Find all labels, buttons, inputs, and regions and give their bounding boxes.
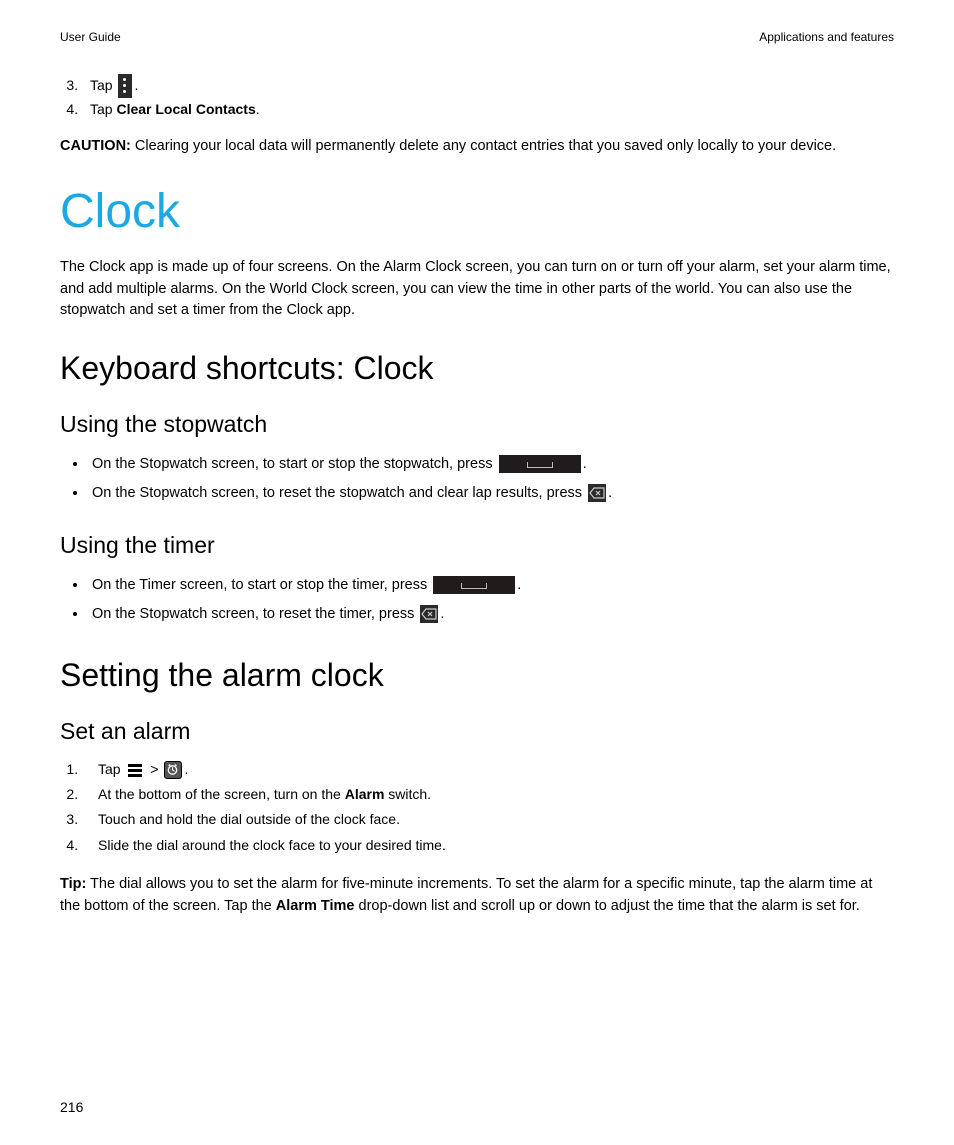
step-4: Tap Clear Local Contacts. xyxy=(82,98,894,122)
alarm-step-2: At the bottom of the screen, turn on the… xyxy=(82,782,894,807)
heading-setting-alarm-clock: Setting the alarm clock xyxy=(60,657,894,694)
timer-bullet-2: On the Stopwatch screen, to reset the ti… xyxy=(88,600,894,629)
tip-label: Tip: xyxy=(60,876,86,892)
alarm-s2-suffix: switch. xyxy=(384,786,431,802)
heading-using-stopwatch: Using the stopwatch xyxy=(60,411,894,438)
alarm-s2-bold: Alarm xyxy=(345,786,385,802)
timer-b1-prefix: On the Timer screen, to start or stop th… xyxy=(92,577,431,593)
menu-icon xyxy=(126,761,144,779)
header-left: User Guide xyxy=(60,30,121,44)
tip-part2: drop-down list and scroll up or down to … xyxy=(354,898,859,914)
step-4-prefix: Tap xyxy=(90,101,116,117)
page-header: User Guide Applications and features xyxy=(60,30,894,44)
step-3-period: . xyxy=(134,77,138,93)
heading-using-timer: Using the timer xyxy=(60,532,894,559)
timer-b1-suffix: . xyxy=(517,577,521,593)
timer-b2-suffix: . xyxy=(440,606,444,622)
alarm-s2-prefix: At the bottom of the screen, turn on the xyxy=(98,786,345,802)
more-options-icon xyxy=(118,74,132,98)
heading-set-an-alarm: Set an alarm xyxy=(60,718,894,745)
clock-intro: The Clock app is made up of four screens… xyxy=(60,257,894,322)
stopwatch-bullets: On the Stopwatch screen, to start or sto… xyxy=(60,450,894,508)
page-number: 216 xyxy=(60,1099,83,1115)
timer-b2-prefix: On the Stopwatch screen, to reset the ti… xyxy=(92,606,418,622)
set-alarm-steps: Tap > . At the bottom of the screen, tur… xyxy=(60,757,894,858)
step-4-bold: Clear Local Contacts xyxy=(116,101,255,117)
backspace-key-icon xyxy=(420,605,438,623)
stopwatch-b2-prefix: On the Stopwatch screen, to reset the st… xyxy=(92,485,586,501)
alarm-clock-icon xyxy=(164,761,182,779)
alarm-step-3: Touch and hold the dial outside of the c… xyxy=(82,807,894,832)
heading-keyboard-shortcuts: Keyboard shortcuts: Clock xyxy=(60,350,894,387)
step-3-text: Tap xyxy=(90,77,116,93)
timer-bullets: On the Timer screen, to start or stop th… xyxy=(60,571,894,629)
stopwatch-bullet-1: On the Stopwatch screen, to start or sto… xyxy=(88,450,894,479)
stopwatch-b2-suffix: . xyxy=(608,485,612,501)
stopwatch-b1-suffix: . xyxy=(583,456,587,472)
caution-text: Clearing your local data will permanentl… xyxy=(131,138,836,154)
stopwatch-b1-prefix: On the Stopwatch screen, to start or sto… xyxy=(92,456,497,472)
alarm-s1-prefix: Tap xyxy=(98,761,124,777)
alarm-s1-gt: > xyxy=(146,761,162,777)
step-3: Tap . xyxy=(82,74,894,98)
alarm-step-1: Tap > . xyxy=(82,757,894,782)
tip-bold: Alarm Time xyxy=(276,898,355,914)
tip-paragraph: Tip: The dial allows you to set the alar… xyxy=(60,874,894,918)
stopwatch-bullet-2: On the Stopwatch screen, to reset the st… xyxy=(88,479,894,508)
caution-label: CAUTION: xyxy=(60,138,131,154)
section-title-clock: Clock xyxy=(60,184,894,239)
caution-paragraph: CAUTION: Clearing your local data will p… xyxy=(60,136,894,158)
alarm-s1-suffix: . xyxy=(184,761,188,777)
alarm-step-4: Slide the dial around the clock face to … xyxy=(82,833,894,858)
timer-bullet-1: On the Timer screen, to start or stop th… xyxy=(88,571,894,600)
space-key-icon xyxy=(433,576,515,594)
header-right: Applications and features xyxy=(759,30,894,44)
step-4-period: . xyxy=(256,101,260,117)
backspace-key-icon xyxy=(588,484,606,502)
space-key-icon xyxy=(499,455,581,473)
continued-steps-list: Tap . Tap Clear Local Contacts. xyxy=(60,74,894,122)
